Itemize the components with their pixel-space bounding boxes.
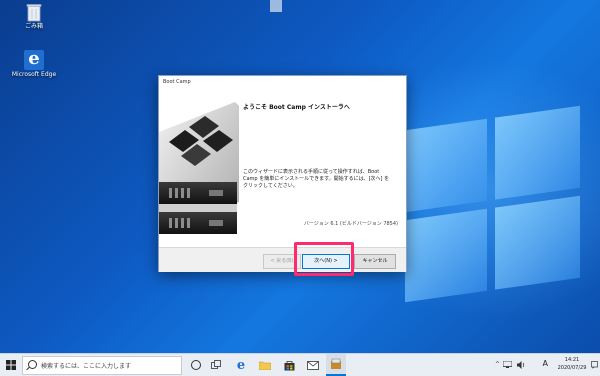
- cancel-button[interactable]: キャンセル: [354, 254, 396, 269]
- edge-icon: e: [24, 50, 44, 70]
- notifications-icon[interactable]: [591, 361, 598, 371]
- clock-time: 14:21: [564, 357, 580, 363]
- welcome-heading: ようこそ Boot Camp インストーラへ: [243, 104, 350, 111]
- ime-indicator[interactable]: A: [543, 359, 548, 368]
- edge-label: Microsoft Edge: [11, 71, 57, 78]
- wallpaper-windows-logo: [405, 105, 580, 311]
- taskbar: 検索するには、ここに入力します e ^ A 14:21 2020/07/29: [0, 353, 600, 376]
- wallpaper-light: [270, 0, 282, 12]
- dialog-body: ようこそ Boot Camp インストーラへ このウィザードに表示される手順に従…: [159, 92, 406, 247]
- taskbar-search-box[interactable]: 検索するには、ここに入力します: [22, 356, 182, 375]
- folder-icon: [259, 361, 271, 370]
- task-view-icon: [211, 360, 221, 369]
- bootcamp-taskbar-button[interactable]: [326, 354, 346, 376]
- next-button-highlight: [294, 242, 354, 276]
- task-view-button[interactable]: [208, 354, 226, 376]
- edge-shortcut[interactable]: e Microsoft Edge: [3, 50, 65, 79]
- version-label: バージョン 6.1 (ビルドバージョン 7854): [303, 221, 398, 227]
- show-hidden-icons-icon[interactable]: ^: [495, 361, 500, 368]
- volume-icon[interactable]: [517, 361, 526, 371]
- windows-start-icon: [6, 360, 16, 370]
- file-explorer-button[interactable]: [256, 354, 274, 376]
- welcome-description: このウィザードに表示される手順に従って操作すれば、Boot Camp を簡単にイ…: [243, 169, 390, 189]
- dialog-title: Boot Camp: [163, 79, 191, 85]
- bootcamp-hero-image: [159, 92, 239, 247]
- clock-date: 2020/07/29: [557, 365, 587, 371]
- cortana-icon: [191, 360, 201, 370]
- bootcamp-installer-dialog: Boot Camp ようこそ Boot Camp インストーラへ このウィザード…: [158, 75, 407, 272]
- edge-icon: e: [236, 357, 246, 373]
- search-placeholder: 検索するには、ここに入力します: [41, 363, 132, 370]
- mail-icon: [307, 360, 319, 370]
- store-button[interactable]: [280, 354, 298, 376]
- taskbar-edge-button[interactable]: e: [232, 354, 250, 376]
- bootcamp-app-icon: [331, 358, 341, 369]
- mail-button[interactable]: [304, 354, 322, 376]
- search-icon: [28, 360, 37, 369]
- taskbar-clock[interactable]: 14:21 2020/07/29: [554, 356, 590, 372]
- network-icon[interactable]: [502, 360, 513, 370]
- recycle-bin-label: ごみ箱: [24, 23, 43, 30]
- cortana-button[interactable]: [188, 354, 204, 376]
- store-bag-icon: [284, 360, 294, 370]
- recycle-bin-icon: [25, 2, 43, 22]
- dialog-titlebar[interactable]: Boot Camp: [159, 76, 406, 92]
- start-button[interactable]: [0, 354, 22, 376]
- recycle-bin-shortcut[interactable]: ごみ箱: [5, 2, 63, 31]
- dialog-footer: < 戻る(B) 次へ(N) > キャンセル: [159, 247, 406, 272]
- system-tray: ^ A 14:21 2020/07/29: [480, 354, 600, 376]
